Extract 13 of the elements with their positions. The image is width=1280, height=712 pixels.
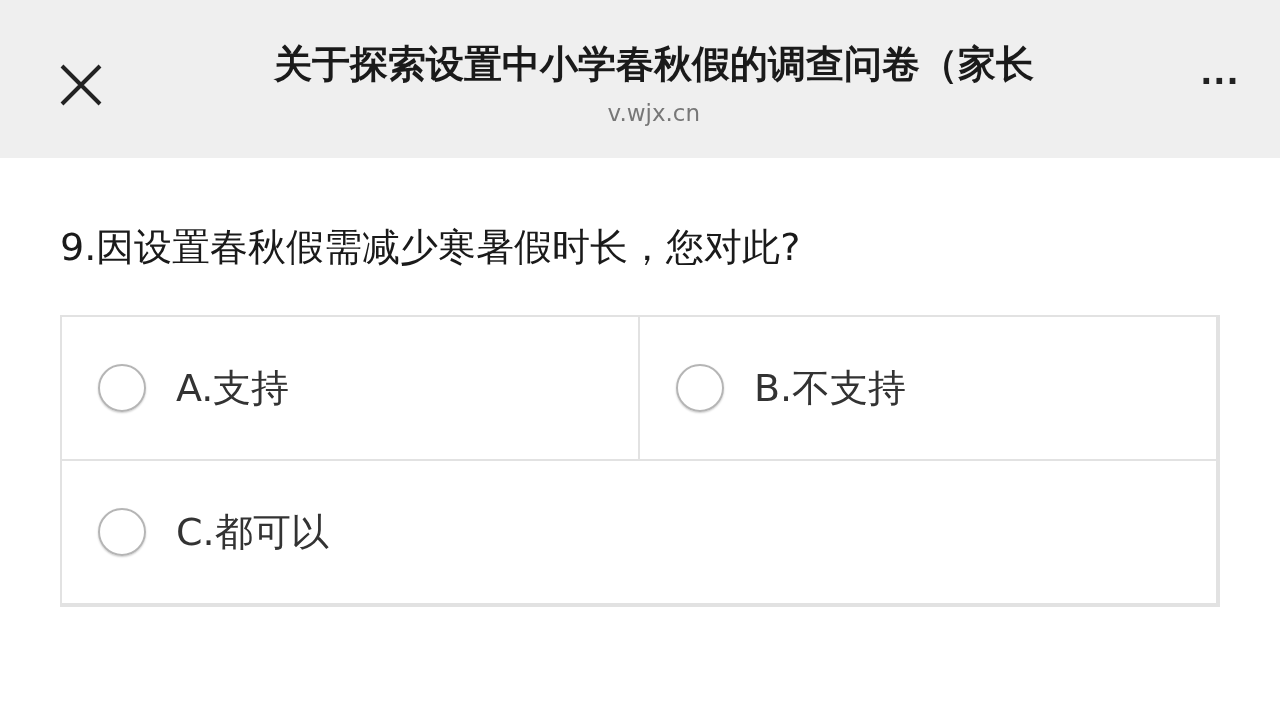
option-label: B.不支持 xyxy=(754,364,907,412)
page-title: 关于探索设置中小学春秋假的调查问卷（家长 xyxy=(273,40,1034,88)
option-row[interactable]: C.都可以 xyxy=(62,461,1218,605)
option-label: C.都可以 xyxy=(176,508,329,556)
option-row[interactable]: B.不支持 xyxy=(640,317,1218,461)
option-row[interactable]: A.支持 xyxy=(62,317,640,461)
option-label: A.支持 xyxy=(176,364,290,412)
radio-button[interactable] xyxy=(98,364,146,412)
site-url: v.wjx.cn xyxy=(607,99,701,126)
radio-button[interactable] xyxy=(98,508,146,556)
more-button[interactable]: ... xyxy=(1200,47,1240,111)
question-title: 9.因设置春秋假需减少寒暑假时长，您对此? xyxy=(60,224,802,271)
radio-button[interactable] xyxy=(676,364,724,412)
